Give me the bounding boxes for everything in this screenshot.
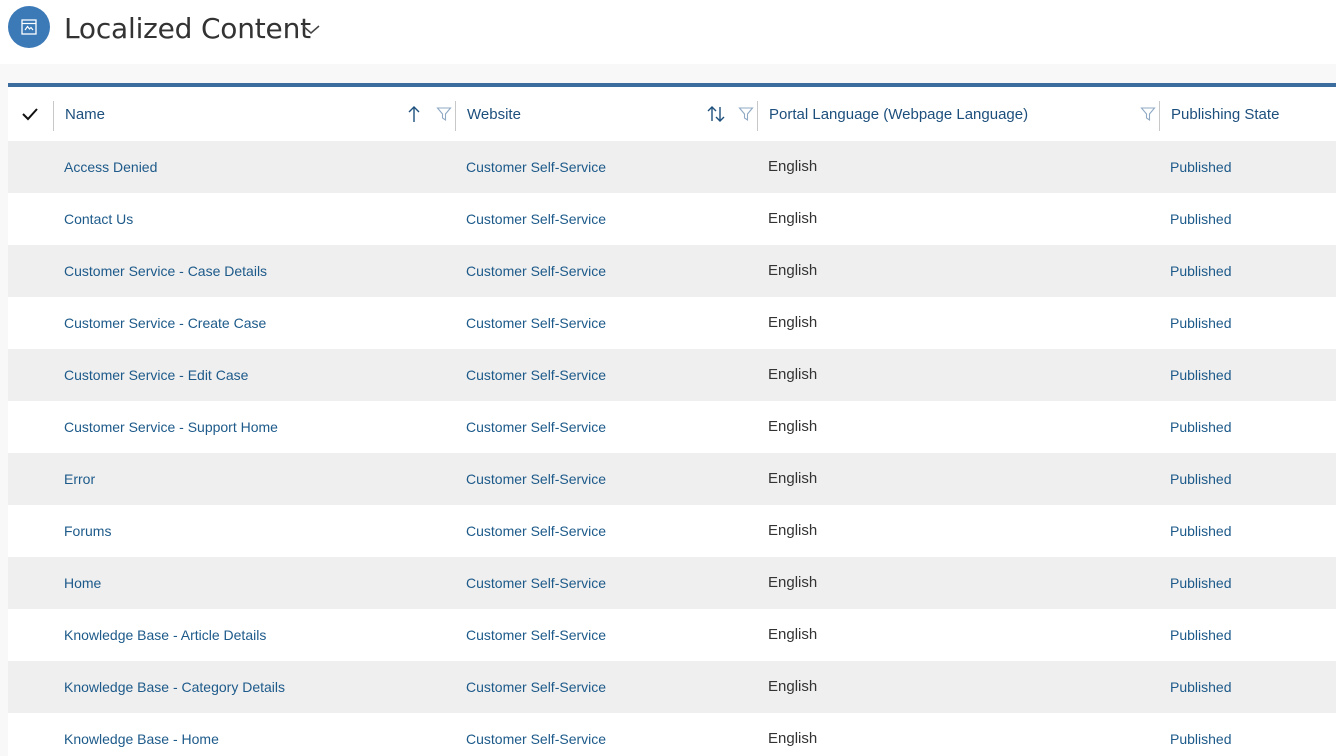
table-row[interactable]: Customer Service - Create Case Customer … xyxy=(8,297,1336,349)
website-cell[interactable]: Customer Self-Service xyxy=(466,141,606,193)
name-cell[interactable]: Customer Service - Case Details xyxy=(64,245,267,297)
table-row[interactable]: Home Customer Self-Service English Publi… xyxy=(8,557,1336,609)
language-cell: English xyxy=(768,678,818,695)
table-row[interactable]: Customer Service - Support Home Customer… xyxy=(8,401,1336,453)
language-cell: English xyxy=(768,262,818,279)
data-grid: Name Website Portal Language (Webpage La… xyxy=(8,83,1336,756)
column-header-publishing-state[interactable]: Publishing State xyxy=(1171,87,1279,141)
grid-header-row: Name Website Portal Language (Webpage La… xyxy=(8,87,1336,141)
website-cell[interactable]: Customer Self-Service xyxy=(466,453,606,505)
language-cell: English xyxy=(768,574,818,591)
website-cell[interactable]: Customer Self-Service xyxy=(466,297,606,349)
checkmark-icon[interactable] xyxy=(20,104,40,124)
page-title: Localized Content xyxy=(64,12,311,45)
state-cell[interactable]: Published xyxy=(1170,401,1232,453)
name-cell[interactable]: Contact Us xyxy=(64,193,133,245)
name-cell[interactable]: Knowledge Base - Home xyxy=(64,713,219,756)
table-row[interactable]: Knowledge Base - Home Customer Self-Serv… xyxy=(8,713,1336,756)
name-cell[interactable]: Access Denied xyxy=(64,141,157,193)
state-cell[interactable]: Published xyxy=(1170,609,1232,661)
language-cell: English xyxy=(768,210,818,227)
column-header-name[interactable]: Name xyxy=(65,87,105,141)
grid-body: Access Denied Customer Self-Service Engl… xyxy=(8,141,1336,756)
website-cell[interactable]: Customer Self-Service xyxy=(466,505,606,557)
chevron-down-icon[interactable] xyxy=(300,18,322,40)
webpage-icon xyxy=(8,6,50,48)
table-row[interactable]: Knowledge Base - Article Details Custome… xyxy=(8,609,1336,661)
name-cell[interactable]: Customer Service - Support Home xyxy=(64,401,278,453)
name-cell[interactable]: Customer Service - Edit Case xyxy=(64,349,248,401)
name-cell[interactable]: Knowledge Base - Article Details xyxy=(64,609,266,661)
state-cell[interactable]: Published xyxy=(1170,505,1232,557)
column-divider[interactable] xyxy=(455,101,456,131)
table-row[interactable]: Contact Us Customer Self-Service English… xyxy=(8,193,1336,245)
column-divider[interactable] xyxy=(757,101,758,131)
language-cell: English xyxy=(768,522,818,539)
state-cell[interactable]: Published xyxy=(1170,713,1232,756)
page-header: Localized Content xyxy=(0,0,1336,64)
table-row[interactable]: Knowledge Base - Category Details Custom… xyxy=(8,661,1336,713)
table-row[interactable]: Customer Service - Edit Case Customer Se… xyxy=(8,349,1336,401)
column-header-label: Name xyxy=(65,105,106,123)
table-row[interactable]: Customer Service - Case Details Customer… xyxy=(8,245,1336,297)
sort-ascending-icon[interactable] xyxy=(404,104,424,124)
state-cell[interactable]: Published xyxy=(1170,141,1232,193)
table-row[interactable]: Error Customer Self-Service English Publ… xyxy=(8,453,1336,505)
website-cell[interactable]: Customer Self-Service xyxy=(466,401,606,453)
language-cell: English xyxy=(768,418,818,435)
column-divider[interactable] xyxy=(1159,101,1160,131)
name-cell[interactable]: Customer Service - Create Case xyxy=(64,297,266,349)
language-cell: English xyxy=(768,470,818,487)
column-header-portal-language[interactable]: Portal Language (Webpage Language) xyxy=(769,87,1028,141)
language-cell: English xyxy=(768,626,818,643)
table-row[interactable]: Access Denied Customer Self-Service Engl… xyxy=(8,141,1336,193)
website-cell[interactable]: Customer Self-Service xyxy=(466,349,606,401)
filter-icon[interactable] xyxy=(736,104,756,124)
name-cell[interactable]: Knowledge Base - Category Details xyxy=(64,661,285,713)
website-cell[interactable]: Customer Self-Service xyxy=(466,245,606,297)
state-cell[interactable]: Published xyxy=(1170,245,1232,297)
website-cell[interactable]: Customer Self-Service xyxy=(466,661,606,713)
language-cell: English xyxy=(768,366,818,383)
state-cell[interactable]: Published xyxy=(1170,661,1232,713)
name-cell[interactable]: Forums xyxy=(64,505,111,557)
column-header-label: Website xyxy=(467,105,521,123)
website-cell[interactable]: Customer Self-Service xyxy=(466,193,606,245)
website-cell[interactable]: Customer Self-Service xyxy=(466,609,606,661)
filter-icon[interactable] xyxy=(434,104,454,124)
name-cell[interactable]: Error xyxy=(64,453,95,505)
table-row[interactable]: Forums Customer Self-Service English Pub… xyxy=(8,505,1336,557)
language-cell: English xyxy=(768,158,818,175)
filter-icon[interactable] xyxy=(1138,104,1158,124)
state-cell[interactable]: Published xyxy=(1170,349,1232,401)
state-cell[interactable]: Published xyxy=(1170,453,1232,505)
state-cell[interactable]: Published xyxy=(1170,297,1232,349)
website-cell[interactable]: Customer Self-Service xyxy=(466,713,606,756)
column-header-label: Publishing State xyxy=(1171,105,1280,123)
sort-updown-icon[interactable] xyxy=(706,104,726,124)
language-cell: English xyxy=(768,314,818,331)
name-cell[interactable]: Home xyxy=(64,557,101,609)
column-divider[interactable] xyxy=(53,101,54,131)
website-cell[interactable]: Customer Self-Service xyxy=(466,557,606,609)
column-header-label: Portal Language (Webpage Language) xyxy=(769,105,1029,123)
state-cell[interactable]: Published xyxy=(1170,193,1232,245)
state-cell[interactable]: Published xyxy=(1170,557,1232,609)
language-cell: English xyxy=(768,730,818,747)
column-header-website[interactable]: Website xyxy=(467,87,521,141)
